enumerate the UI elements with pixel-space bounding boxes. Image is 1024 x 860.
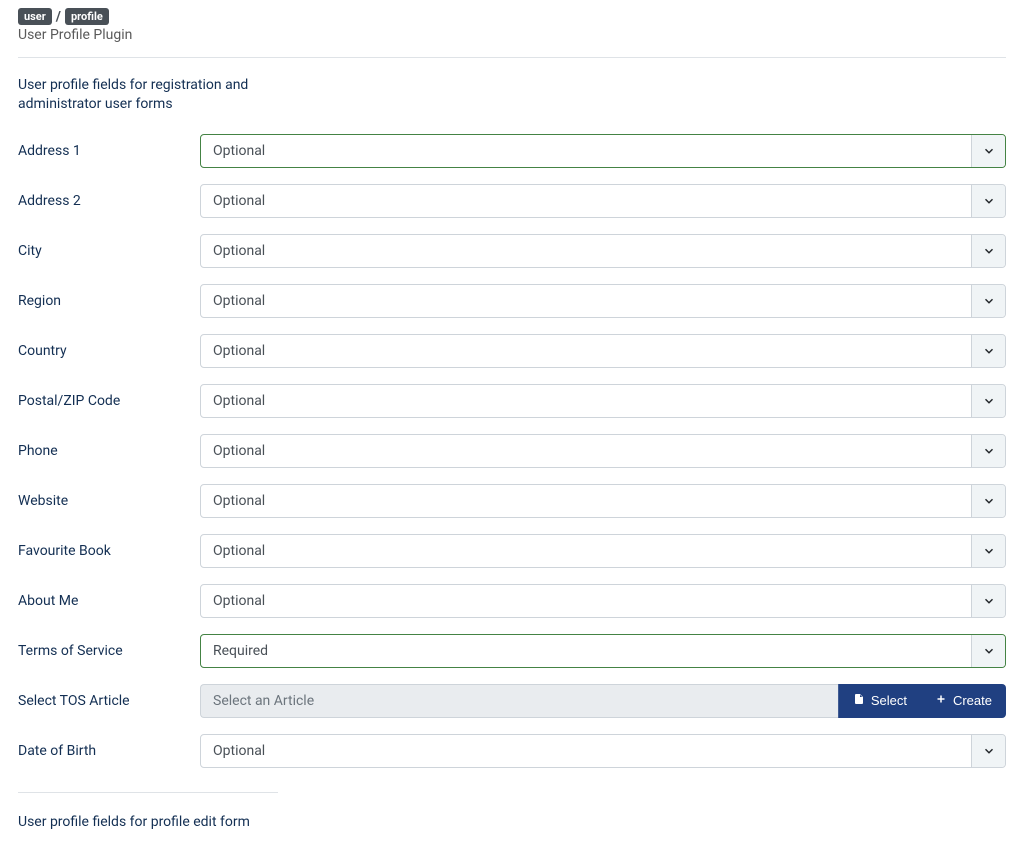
select-value: Optional <box>200 734 1006 768</box>
select-address2[interactable]: Optional <box>200 184 1006 218</box>
select-country[interactable]: Optional <box>200 334 1006 368</box>
select-value: Optional <box>200 284 1006 318</box>
label-tos-article: Select TOS Article <box>18 693 200 709</box>
label-dob: Date of Birth <box>18 743 200 759</box>
select-postal[interactable]: Optional <box>200 384 1006 418</box>
breadcrumb-separator: / <box>56 9 61 25</box>
field-row-address1: Address 1 Optional <box>18 134 1006 168</box>
section-heading-registration: User profile fields for registration and… <box>18 76 323 114</box>
select-region[interactable]: Optional <box>200 284 1006 318</box>
section-divider <box>18 792 278 793</box>
select-value: Optional <box>200 134 1006 168</box>
select-value: Optional <box>200 534 1006 568</box>
select-dob[interactable]: Optional <box>200 734 1006 768</box>
label-tos: Terms of Service <box>18 643 200 659</box>
select-phone[interactable]: Optional <box>200 434 1006 468</box>
tos-article-input[interactable]: Select an Article <box>200 684 838 718</box>
field-row-city: City Optional <box>18 234 1006 268</box>
field-row-postal: Postal/ZIP Code Optional <box>18 384 1006 418</box>
label-phone: Phone <box>18 443 200 459</box>
section-heading-profile-edit: User profile fields for profile edit for… <box>18 813 323 832</box>
select-value: Optional <box>200 334 1006 368</box>
select-website[interactable]: Optional <box>200 484 1006 518</box>
label-city: City <box>18 243 200 259</box>
select-value: Optional <box>200 384 1006 418</box>
field-row-dob: Date of Birth Optional <box>18 734 1006 768</box>
select-value: Optional <box>200 234 1006 268</box>
field-row-country: Country Optional <box>18 334 1006 368</box>
label-favbook: Favourite Book <box>18 543 200 559</box>
plugin-breadcrumb: user / profile <box>18 8 1006 25</box>
label-address2: Address 2 <box>18 193 200 209</box>
field-row-favbook: Favourite Book Optional <box>18 534 1006 568</box>
select-button-label: Select <box>871 693 907 708</box>
label-aboutme: About Me <box>18 593 200 609</box>
title-divider <box>18 57 1006 58</box>
select-value: Required <box>200 634 1006 668</box>
create-article-button[interactable]: Create <box>921 684 1006 718</box>
select-tos[interactable]: Required <box>200 634 1006 668</box>
file-icon <box>853 693 865 708</box>
breadcrumb-tag-user: user <box>18 8 52 25</box>
label-website: Website <box>18 493 200 509</box>
label-region: Region <box>18 293 200 309</box>
select-aboutme[interactable]: Optional <box>200 584 1006 618</box>
field-row-aboutme: About Me Optional <box>18 584 1006 618</box>
field-row-address2: Address 2 Optional <box>18 184 1006 218</box>
select-article-button[interactable]: Select <box>838 684 921 718</box>
select-value: Optional <box>200 484 1006 518</box>
select-value: Optional <box>200 184 1006 218</box>
label-address1: Address 1 <box>18 143 200 159</box>
breadcrumb-tag-profile: profile <box>65 8 109 25</box>
plus-icon <box>935 693 947 708</box>
create-button-label: Create <box>953 693 992 708</box>
select-favbook[interactable]: Optional <box>200 534 1006 568</box>
select-value: Optional <box>200 434 1006 468</box>
field-row-phone: Phone Optional <box>18 434 1006 468</box>
field-row-tos-article: Select TOS Article Select an Article Sel… <box>18 684 1006 718</box>
plugin-title: User Profile Plugin <box>18 27 1006 43</box>
field-row-region: Region Optional <box>18 284 1006 318</box>
field-row-tos: Terms of Service Required <box>18 634 1006 668</box>
select-value: Optional <box>200 584 1006 618</box>
select-address1[interactable]: Optional <box>200 134 1006 168</box>
label-country: Country <box>18 343 200 359</box>
select-city[interactable]: Optional <box>200 234 1006 268</box>
label-postal: Postal/ZIP Code <box>18 393 200 409</box>
field-row-website: Website Optional <box>18 484 1006 518</box>
